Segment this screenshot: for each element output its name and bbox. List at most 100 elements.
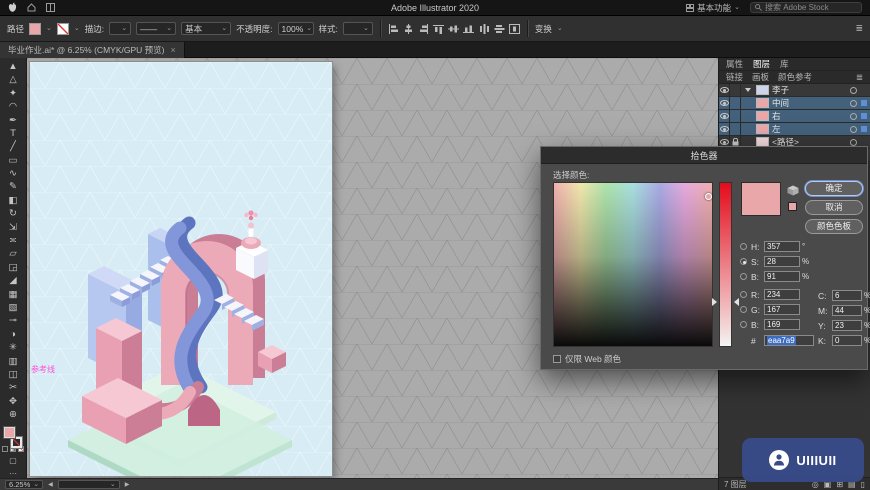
rotate-tool[interactable]: ↻ [1,207,26,220]
eyedropper-tool[interactable]: ⊸ [1,314,26,327]
layer-thumbnail[interactable] [756,98,769,108]
panel-tab[interactable]: 库 [780,58,789,70]
layer-name[interactable]: 李子 [772,84,789,96]
selection-tool[interactable]: ▲ [1,60,26,73]
cmyk-input[interactable]: 23 [832,320,862,331]
variable-width-dropdown[interactable]: —— ⌄ [136,22,177,35]
transform-label[interactable]: 变换 [535,23,552,35]
distribute-horizontal-icon[interactable] [479,23,490,34]
expand-triangle-icon[interactable] [745,88,751,92]
layer-thumbnail[interactable] [756,124,769,134]
magic-wand-tool[interactable]: ✦ [1,87,26,100]
width-tool[interactable]: ≍ [1,234,26,247]
perspective-grid-tool[interactable]: ◢ [1,274,26,287]
arrange-documents-icon[interactable] [46,3,55,12]
line-segment-tool[interactable]: ╱ [1,140,26,153]
visibility-eye-icon[interactable] [719,126,729,132]
eraser-tool[interactable]: ◧ [1,194,26,207]
blend-tool[interactable]: ◑ [1,328,26,341]
channel-radio[interactable] [740,258,747,265]
color-field-marker[interactable] [705,193,712,200]
web-only-checkbox[interactable] [553,355,561,363]
align-right-icon[interactable] [418,23,429,34]
hex-input[interactable]: eaa7a9 [764,335,814,346]
zoom-dropdown[interactable]: 6.25% ⌄ [5,480,44,489]
panel-tab[interactable]: 属性 [726,58,743,70]
column-graph-tool[interactable]: ▥ [1,355,26,368]
target-circle-icon[interactable] [850,99,857,107]
close-tab-icon[interactable]: × [170,45,175,55]
paintbrush-tool[interactable]: ∿ [1,167,26,180]
slider-arrow-right-icon[interactable] [734,298,739,306]
chevron-down-icon[interactable]: ⌄ [46,25,52,32]
slice-tool[interactable]: ✂ [1,381,26,394]
fill-color-swatch[interactable] [29,22,42,35]
panel-tab[interactable]: 链接 [726,71,743,83]
home-icon[interactable] [27,3,36,12]
stock-search-input[interactable]: 搜索 Adobe Stock [750,2,862,13]
brush-definition-dropdown[interactable]: 基本 ⌄ [181,22,232,35]
layer-row[interactable]: 中间 [719,96,870,110]
layer-row[interactable]: 李子 [719,83,870,97]
edit-toolbar-icon[interactable]: ⋯ [9,470,17,478]
artboard-tool[interactable]: ◫ [1,368,26,381]
scale-tool[interactable]: ⇲ [1,221,26,234]
ok-button[interactable]: 确定 [805,181,863,196]
channel-input[interactable]: 169 [764,319,800,330]
channel-radio[interactable] [740,273,747,280]
stroke-color-swatch[interactable] [56,22,69,35]
color-swatches-button[interactable]: 颜色色板 [805,219,863,234]
visibility-eye-icon[interactable] [719,113,729,119]
layer-thumbnail[interactable] [756,85,769,95]
document-tab[interactable]: 毕业作业.ai* @ 6.25% (CMYK/GPU 预览) × [0,42,185,58]
direct-selection-tool[interactable]: △ [1,73,26,86]
channel-radio[interactable] [740,243,747,250]
channel-input[interactable]: 357 [764,241,800,252]
panel-menu-icon[interactable]: ≣ [856,72,863,83]
channel-input[interactable]: 28 [764,256,800,267]
distribute-spacing-icon[interactable] [508,23,520,34]
rectangle-tool[interactable]: ▭ [1,154,26,167]
target-circle-icon[interactable] [850,138,857,146]
layer-name[interactable]: 右 [772,110,781,122]
align-top-icon[interactable] [432,24,444,34]
align-middle-icon[interactable] [447,24,459,34]
lock-icon[interactable] [732,138,739,146]
panel-tab[interactable]: 画板 [752,71,769,83]
chevron-down-icon[interactable]: ⌄ [74,25,80,32]
lasso-tool[interactable]: ◠ [1,100,26,113]
target-circle-icon[interactable] [850,86,857,94]
visibility-eye-icon[interactable] [719,139,729,145]
hand-tool[interactable]: ✥ [1,395,26,408]
free-transform-tool[interactable]: ▱ [1,247,26,260]
cmyk-input[interactable]: 44 [832,305,862,316]
next-artboard-icon[interactable]: ▶ [125,481,130,488]
slider-arrow-left-icon[interactable] [712,298,717,306]
fill-well[interactable] [2,425,16,439]
align-center-icon[interactable] [403,23,414,34]
visibility-eye-icon[interactable] [719,87,729,93]
symbol-sprayer-tool[interactable]: ✳ [1,341,26,354]
color-field[interactable] [553,182,713,347]
apple-menu-icon[interactable] [8,2,17,13]
channel-radio[interactable] [740,321,747,328]
channel-radio[interactable] [740,306,747,313]
color-slider[interactable] [719,182,732,347]
channel-radio[interactable] [740,291,747,298]
gradient-tool[interactable]: ▧ [1,301,26,314]
target-circle-icon[interactable] [850,125,857,133]
panel-tab[interactable]: 图层 [753,58,770,70]
layer-name[interactable]: 左 [772,123,781,135]
cmyk-input[interactable]: 6 [832,290,862,301]
layer-name[interactable]: 中间 [772,97,789,109]
color-mode-icon[interactable] [2,446,8,452]
opacity-dropdown[interactable]: 100% ⌄ [277,22,314,35]
panel-tab[interactable]: 颜色参考 [778,71,812,83]
cancel-button[interactable]: 取消 [805,200,863,215]
delete-layer-icon[interactable]: ▯ [861,480,865,489]
target-circle-icon[interactable] [850,112,857,120]
type-tool[interactable]: T [1,127,26,140]
stroke-weight-dropdown[interactable]: ⌄ [109,22,132,35]
out-of-web-color-cube-icon[interactable] [787,185,799,196]
workspace-switcher[interactable]: 基本功能 ⌄ [686,2,740,14]
